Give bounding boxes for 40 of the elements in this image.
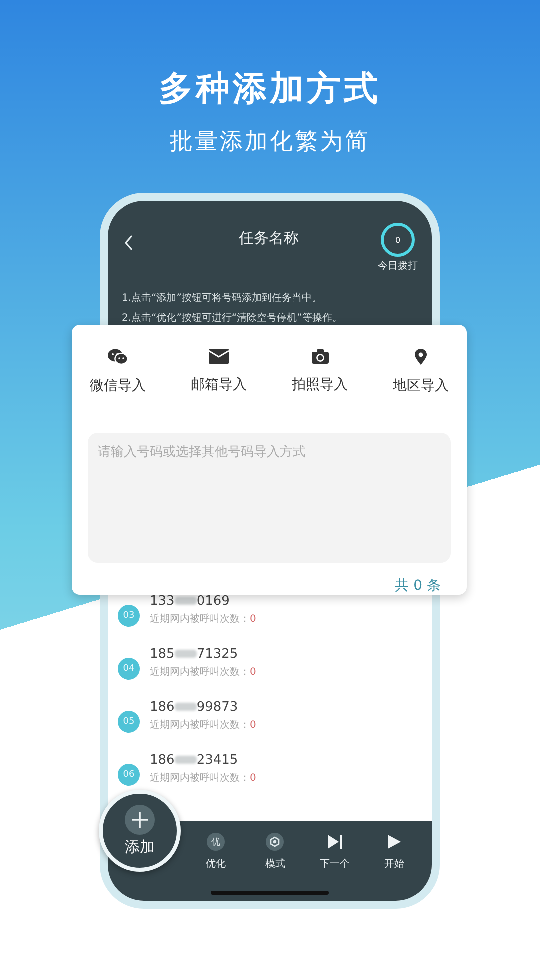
- headline: 多种添加方式: [159, 68, 381, 111]
- number-input-field[interactable]: 请输入号码或选择其他号码导入方式: [88, 433, 451, 563]
- phone-number: 133 0169: [150, 594, 231, 608]
- import-option[interactable]: 拍照导入: [292, 349, 348, 405]
- counter-ring: 0: [381, 223, 415, 257]
- call-count: 近期网内被呼叫次数：0: [150, 772, 256, 784]
- screen-title: 任务名称: [238, 229, 300, 248]
- call-count: 近期网内被呼叫次数：0: [150, 718, 256, 732]
- import-option[interactable]: 地区导入: [393, 349, 449, 405]
- call-count: 近期网内被呼叫次数：0: [150, 666, 256, 678]
- index-badge: 06: [118, 764, 140, 786]
- index-badge: 05: [118, 710, 140, 732]
- blurred-digits: [174, 650, 197, 658]
- skip-next-icon: [326, 835, 343, 849]
- location-pin-icon: [415, 349, 427, 365]
- chat-bubbles-icon: [108, 349, 128, 365]
- import-option[interactable]: 微信导入: [90, 349, 146, 405]
- total-count: 共 0 条: [394, 577, 442, 595]
- instruction-text: 1.点击“添加”按钮可将号码添加到任务当中。: [122, 292, 323, 305]
- blurred-digits: [174, 597, 197, 605]
- toolbar-button[interactable]: 下一个: [305, 821, 364, 901]
- blurred-digits: [174, 703, 197, 711]
- index-badge: 03: [118, 604, 140, 626]
- counter-label: 今日拨打: [378, 260, 418, 273]
- envelope-icon: [209, 349, 229, 364]
- instruction-text: 2.点击“优化”按钮可进行“清除空号停机”等操作。: [122, 312, 344, 325]
- import-option[interactable]: 邮箱导入: [191, 349, 247, 405]
- blurred-digits: [174, 756, 197, 764]
- subheadline: 批量添加化繁为简: [170, 128, 370, 157]
- back-icon[interactable]: [124, 235, 134, 251]
- camera-icon: [312, 349, 328, 364]
- play-icon: [388, 835, 401, 849]
- phone-number: 185 71325: [150, 646, 240, 662]
- call-count: 近期网内被呼叫次数：0: [150, 612, 256, 626]
- index-badge: 04: [118, 658, 140, 680]
- badge-icon: 优: [206, 833, 225, 851]
- phone-number: 186 23415: [150, 752, 240, 768]
- plus-icon: [125, 805, 155, 835]
- toolbar-button[interactable]: 开始: [364, 821, 424, 901]
- phone-number: 186 99873: [150, 700, 240, 714]
